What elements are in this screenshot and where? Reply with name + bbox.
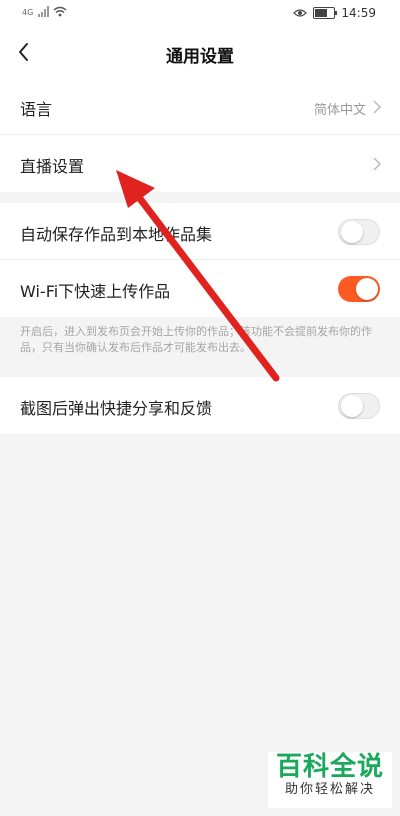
auto-save-row: 自动保存作品到本地作品集 <box>0 203 400 260</box>
wifi-upload-toggle[interactable] <box>338 276 380 302</box>
live-settings-label: 直播设置 <box>20 157 85 176</box>
wifi-upload-hint: 开启后，进入到发布页会开始上传你的作品；该功能不会提前发布你的作品，只有当你确认… <box>20 325 372 354</box>
auto-save-toggle[interactable] <box>338 219 380 245</box>
battery-level <box>315 9 328 17</box>
eye-comfort-icon <box>293 9 308 17</box>
live-settings-row[interactable]: 直播设置 <box>0 135 400 192</box>
page-title: 通用设置 <box>166 47 234 67</box>
status-left: 4G <box>22 5 67 17</box>
screenshot-share-row: 截图后弹出快捷分享和反馈 <box>0 377 400 434</box>
signal-icon <box>38 5 50 17</box>
toggle-knob <box>341 221 363 243</box>
toggle-knob <box>356 278 378 300</box>
screenshot-share-toggle[interactable] <box>338 393 380 419</box>
network-type-label: 4G <box>22 8 34 17</box>
watermark-title: 百科全说 <box>275 752 384 782</box>
chevron-right-icon <box>373 100 382 114</box>
language-label: 语言 <box>20 100 53 119</box>
wifi-icon <box>53 6 67 17</box>
settings-group-general: 语言 简体中文 直播设置 <box>0 78 400 192</box>
status-time: 14:59 <box>341 6 376 20</box>
screenshot-share-label: 截图后弹出快捷分享和反馈 <box>20 399 213 418</box>
chevron-right-icon <box>373 157 382 171</box>
status-bar: 4G 14:59 <box>0 0 400 28</box>
watermark-logo: 百科全说 助你轻松解决 <box>268 752 392 808</box>
settings-group-upload: 自动保存作品到本地作品集 Wi-Fi下快速上传作品 <box>0 203 400 317</box>
watermark-subtitle: 助你轻松解决 <box>284 782 375 797</box>
wifi-upload-label: Wi-Fi下快速上传作品 <box>20 282 171 301</box>
app-header: 通用设置 <box>0 28 400 78</box>
language-value: 简体中文 <box>313 103 366 118</box>
wifi-upload-row: Wi-Fi下快速上传作品 <box>0 260 400 317</box>
settings-group-share: 截图后弹出快捷分享和反馈 <box>0 377 400 434</box>
status-right: 14:59 <box>293 6 376 20</box>
auto-save-label: 自动保存作品到本地作品集 <box>20 225 213 244</box>
toggle-knob <box>341 395 363 417</box>
battery-icon <box>313 7 338 19</box>
language-row[interactable]: 语言 简体中文 <box>0 78 400 135</box>
